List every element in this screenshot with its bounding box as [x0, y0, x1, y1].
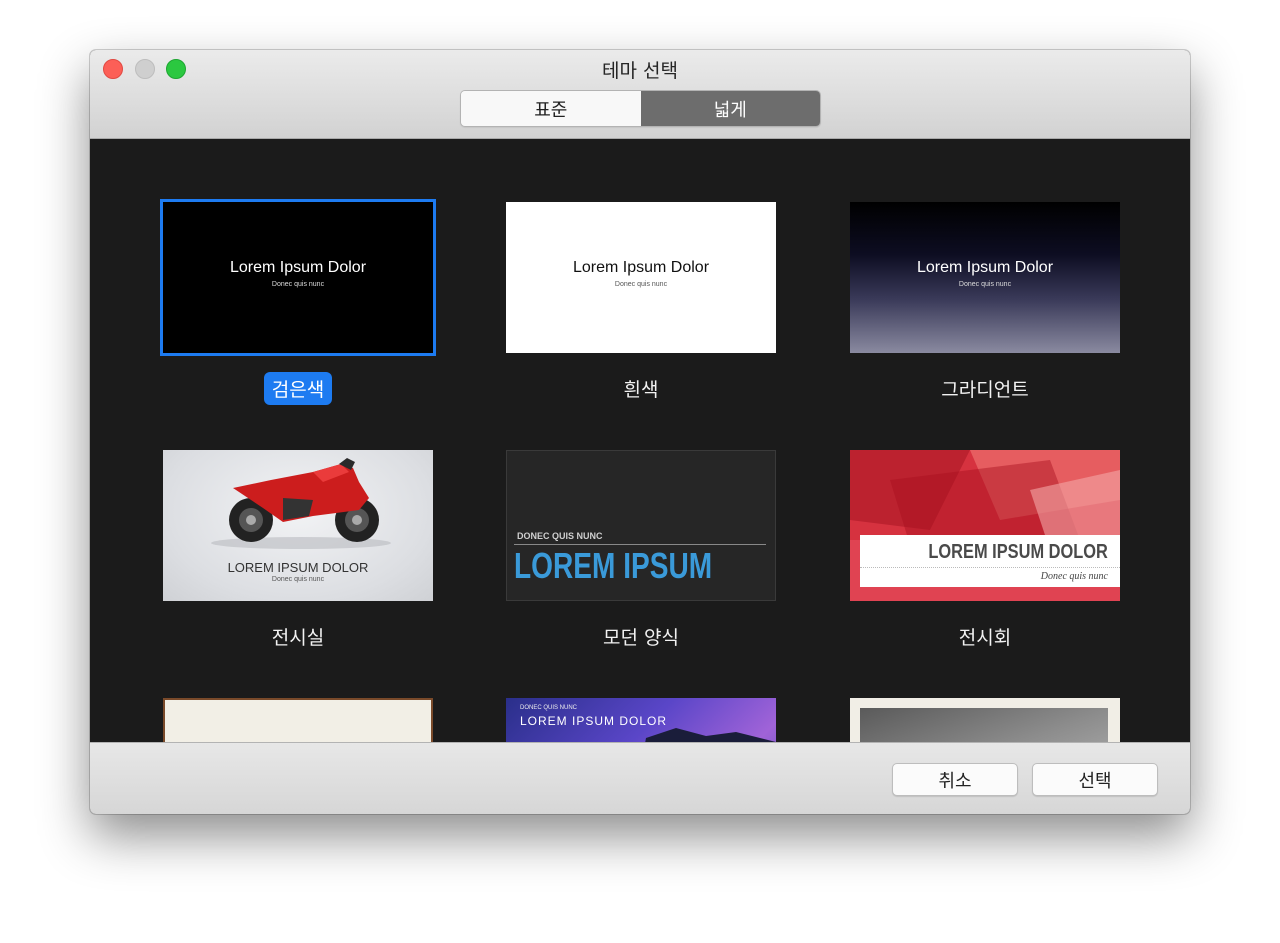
theme-thumbnail-exhibition[interactable]: LOREM IPSUM DOLOR Donec quis nunc [850, 450, 1120, 601]
preview-title: LOREM IPSUM DOLOR [520, 714, 668, 728]
window-title: 테마 선택 [602, 60, 678, 82]
theme-thumbnail-paper[interactable] [163, 698, 433, 742]
theme-name: 검은색 [263, 372, 333, 405]
segment-wide[interactable]: 넓게 [640, 91, 820, 126]
cancel-button[interactable]: 취소 [892, 763, 1018, 796]
preview-dotted-line [860, 567, 1120, 568]
preview-kicker: DONEC QUIS NUNC [520, 705, 578, 711]
theme-thumbnail-gradient[interactable]: Lorem Ipsum Dolor Donec quis nunc [850, 202, 1120, 353]
preview-subtitle: Donec quis nunc [271, 576, 325, 583]
preview-photo [860, 708, 1108, 742]
preview-caption-band: LOREM IPSUM DOLOR Donec quis nunc [860, 535, 1120, 587]
preview-subtitle: Donec quis nunc [271, 281, 325, 288]
theme-name: 전시실 [271, 627, 325, 649]
preview-subtitle: Donec quis nunc [614, 281, 668, 288]
preview-title: LOREM IPSUM [514, 545, 713, 586]
theme-label-white: 흰색 [506, 372, 776, 405]
footer-bar: 취소 선택 [90, 742, 1190, 814]
theme-grid: Lorem Ipsum Dolor Donec quis nunc 검은색 Lo… [90, 139, 1190, 742]
theme-name: 그라디언트 [941, 379, 1029, 401]
choose-button[interactable]: 선택 [1032, 763, 1158, 796]
theme-label-black: 검은색 [163, 372, 433, 405]
theme-name: 흰색 [623, 379, 659, 401]
preview-title: Lorem Ipsum Dolor [916, 259, 1054, 276]
preview-title: LOREM IPSUM DOLOR [227, 560, 369, 575]
theme-name: 전시회 [958, 627, 1012, 649]
theme-thumbnail-modern[interactable]: DONEC QUIS NUNC LOREM IPSUM [506, 450, 776, 601]
preview-subtitle: Donec quis nunc [958, 281, 1012, 288]
segment-standard[interactable]: 표준 [461, 91, 641, 126]
theme-thumbnail-photo[interactable] [850, 698, 1120, 742]
theme-label-exhibition: 전시회 [850, 620, 1120, 653]
preview-title: Lorem Ipsum Dolor [229, 259, 367, 276]
preview-kicker: DONEC QUIS NUNC [517, 531, 603, 541]
theme-label-gradient: 그라디언트 [850, 372, 1120, 405]
preview-title: Lorem Ipsum Dolor [572, 259, 710, 276]
theme-chooser-window: 테마 선택 표준 넓게 Lorem Ipsum Dolor Donec quis… [90, 50, 1190, 814]
theme-thumbnail-showroom[interactable]: LOREM IPSUM DOLOR Donec quis nunc [163, 450, 433, 601]
theme-thumbnail-white[interactable]: Lorem Ipsum Dolor Donec quis nunc [506, 202, 776, 353]
theme-label-modern: 모던 양식 [506, 620, 776, 653]
theme-thumbnail-black[interactable]: Lorem Ipsum Dolor Donec quis nunc [160, 199, 436, 356]
theme-thumbnail-mountain[interactable]: DONEC QUIS NUNC LOREM IPSUM DOLOR [506, 698, 776, 742]
title-bar: 테마 선택 표준 넓게 [90, 50, 1190, 139]
preview-subtitle: Donec quis nunc [1040, 571, 1108, 582]
preview-title: LOREM IPSUM DOLOR [928, 541, 1108, 563]
aspect-segmented-control: 표준 넓게 [460, 90, 821, 127]
theme-name: 모던 양식 [603, 627, 679, 649]
theme-label-showroom: 전시실 [163, 620, 433, 653]
